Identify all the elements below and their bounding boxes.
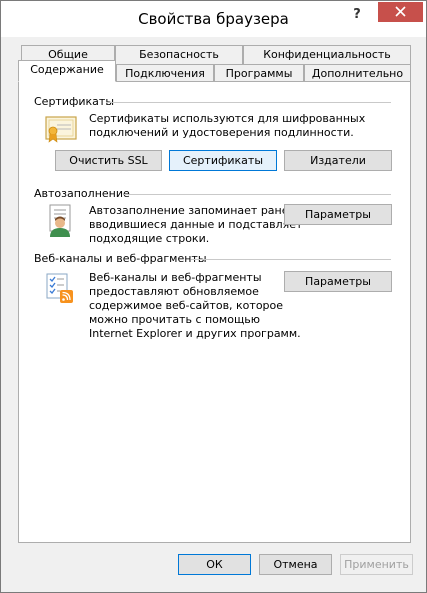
help-button[interactable]: ? <box>350 7 364 23</box>
feeds-divider <box>191 259 391 260</box>
certificates-button[interactable]: Сертификаты <box>169 150 277 171</box>
autocomplete-icon <box>49 204 71 237</box>
content-tab-panel: Сертификаты Сертификаты используются для… <box>18 81 411 543</box>
certificates-description-line2: подключений и удостоверения подлинности. <box>89 126 354 139</box>
tab-security[interactable]: Безопасность <box>115 45 243 64</box>
certificates-section-title: Сертификаты <box>34 95 115 108</box>
autocomplete-settings-button[interactable]: Параметры <box>284 204 392 225</box>
autocomplete-divider <box>124 194 391 195</box>
tab-content[interactable]: Содержание <box>18 60 116 82</box>
feeds-description-line5: Internet Explorer и других программ. <box>89 327 301 340</box>
feeds-description-line4: можно прочитать с помощью <box>89 313 261 326</box>
feeds-settings-button[interactable]: Параметры <box>284 271 392 292</box>
feeds-description-line2: предоставляют обновляемое <box>89 285 259 298</box>
apply-button[interactable]: Применить <box>340 554 413 575</box>
autocomplete-description-line2: вводившиеся данные и подставляет <box>89 218 303 231</box>
publishers-button[interactable]: Издатели <box>284 150 392 171</box>
autocomplete-description-line3: подходящие строки. <box>89 232 210 245</box>
close-button[interactable] <box>378 2 423 22</box>
feeds-description-line1: Веб-каналы и веб-фрагменты <box>89 271 262 284</box>
autocomplete-section-title: Автозаполнение <box>34 187 130 200</box>
autocomplete-description-line1: Автозаполнение запоминает ранее <box>89 204 296 217</box>
certificates-divider <box>106 102 391 103</box>
tab-privacy[interactable]: Конфиденциальность <box>243 45 411 64</box>
internet-options-dialog: Свойства браузера ? Общие Безопасность К… <box>0 0 427 593</box>
certificate-icon <box>45 116 77 143</box>
clear-ssl-button[interactable]: Очистить SSL <box>55 150 162 171</box>
ok-button[interactable]: ОК <box>178 554 251 575</box>
certificates-description-line1: Сертификаты используются для шифрованных <box>89 112 366 125</box>
cancel-button[interactable]: Отмена <box>259 554 332 575</box>
close-icon <box>395 6 406 17</box>
feeds-description-line3: содержимое веб-сайтов, которое <box>89 299 284 312</box>
feeds-icon <box>46 273 73 303</box>
title-bar: Свойства браузера ? <box>1 1 426 37</box>
feeds-section-title: Веб-каналы и веб-фрагменты <box>34 252 207 265</box>
